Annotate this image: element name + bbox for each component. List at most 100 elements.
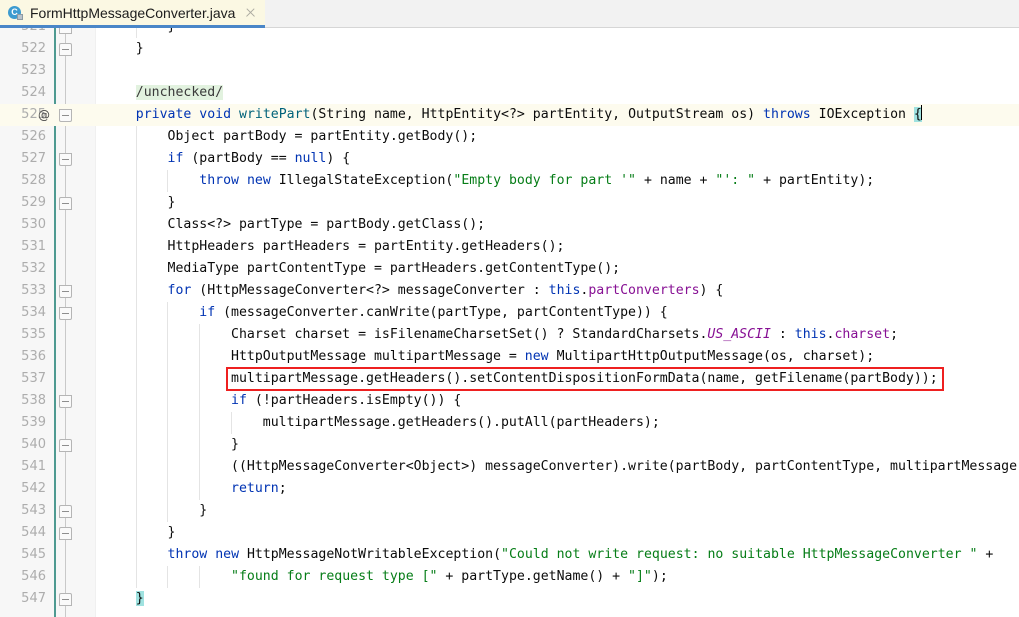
code-text[interactable]: if (messageConverter.canWrite(partType, … [104,302,667,324]
code-line[interactable]: 539 multipartMessage.getHeaders().putAll… [0,412,1019,434]
line-number: 546 [21,569,46,584]
code-text[interactable]: private void writePart(String name, Http… [104,104,922,126]
code-line[interactable]: 527 if (partBody == null) { [0,148,1019,170]
code-line[interactable]: 524 /unchecked/ [0,82,1019,104]
code-line[interactable]: 532 MediaType partContentType = partHead… [0,258,1019,280]
code-text[interactable]: throw new IllegalStateException("Empty b… [104,170,874,192]
code-fold-toggle-icon[interactable] [59,197,72,210]
close-icon[interactable] [244,6,257,19]
code-fold-toggle-icon[interactable] [59,153,72,166]
code-text[interactable]: MediaType partContentType = partHeaders.… [104,258,621,280]
code-text[interactable]: if (!partHeaders.isEmpty()) { [104,390,461,412]
line-number: 537 [21,371,46,386]
code-line[interactable]: 536 HttpOutputMessage multipartMessage =… [0,346,1019,368]
line-number: 543 [21,503,46,518]
java-class-icon: C [8,5,23,20]
line-number: 531 [21,239,46,254]
code-line[interactable]: 530 Class<?> partType = partBody.getClas… [0,214,1019,236]
code-line[interactable]: 541 ((HttpMessageConverter<Object>) mess… [0,456,1019,478]
code-fold-toggle-icon[interactable] [59,307,72,320]
code-text[interactable]: } [104,434,239,456]
code-fold-toggle-icon[interactable] [59,43,72,56]
code-line[interactable]: 540 } [0,434,1019,456]
editor-tab-formhttpmessageconverter[interactable]: C FormHttpMessageConverter.java [0,0,266,28]
code-line[interactable]: 542 return; [0,478,1019,500]
code-line[interactable]: 535 Charset charset = isFilenameCharsetS… [0,324,1019,346]
code-fold-toggle-icon[interactable] [59,527,72,540]
code-line[interactable]: 523 [0,60,1019,82]
code-text[interactable]: HttpHeaders partHeaders = partEntity.get… [104,236,565,258]
editor-tab-label: FormHttpMessageConverter.java [30,4,236,21]
editor-tab-bar: C FormHttpMessageConverter.java [0,0,1019,28]
code-fold-toggle-icon[interactable] [59,28,72,34]
line-number: 536 [21,349,46,364]
code-text[interactable]: multipartMessage.getHeaders().setContent… [104,368,938,390]
line-number: 534 [21,305,46,320]
annotation-gutter-icon[interactable]: @ [36,104,52,126]
code-fold-toggle-icon[interactable] [59,505,72,518]
line-number: 541 [21,459,46,474]
code-line[interactable]: 528 throw new IllegalStateException("Emp… [0,170,1019,192]
code-text[interactable]: Object partBody = partEntity.getBody(); [104,126,478,148]
code-line[interactable]: 534 if (messageConverter.canWrite(partTy… [0,302,1019,324]
code-line[interactable]: 543 } [0,500,1019,522]
code-text[interactable]: } [104,38,144,60]
line-number: 526 [21,129,46,144]
code-line[interactable]: 531 HttpHeaders partHeaders = partEntity… [0,236,1019,258]
code-text[interactable]: } [104,28,176,38]
line-number: 528 [21,173,46,188]
code-editor[interactable]: 521 }522 }523524 /unchecked/525@ private… [0,28,1019,617]
code-line[interactable]: 537 multipartMessage.getHeaders().setCon… [0,368,1019,390]
line-number: 529 [21,195,46,210]
line-number: 533 [21,283,46,298]
line-number: 522 [21,41,46,56]
line-number: 539 [21,415,46,430]
code-text[interactable]: Class<?> partType = partBody.getClass(); [104,214,486,236]
code-line[interactable]: 546 "found for request type [" + partTyp… [0,566,1019,588]
code-line[interactable]: 522 } [0,38,1019,60]
code-text[interactable]: "found for request type [" + partType.ge… [104,566,668,588]
code-text[interactable]: for (HttpMessageConverter<?> messageConv… [104,280,724,302]
code-text[interactable]: if (partBody == null) { [104,148,351,170]
code-text[interactable]: multipartMessage.getHeaders().putAll(par… [104,412,660,434]
code-line[interactable]: 529 } [0,192,1019,214]
code-fold-toggle-icon[interactable] [59,439,72,452]
code-text[interactable]: } [104,588,144,610]
code-fold-toggle-icon[interactable] [59,593,72,606]
line-number: 530 [21,217,46,232]
code-text[interactable]: return; [104,478,287,500]
line-number: 523 [21,63,46,78]
code-text[interactable]: throw new HttpMessageNotWritableExceptio… [104,544,994,566]
code-text[interactable]: } [104,192,176,214]
code-text[interactable]: /unchecked/ [104,82,224,104]
code-line[interactable]: 544 } [0,522,1019,544]
code-line[interactable]: 547 } [0,588,1019,610]
code-line[interactable]: 526 Object partBody = partEntity.getBody… [0,126,1019,148]
line-number: 538 [21,393,46,408]
line-number: 544 [21,525,46,540]
line-number: 532 [21,261,46,276]
code-line[interactable]: 538 if (!partHeaders.isEmpty()) { [0,390,1019,412]
ide-window: C FormHttpMessageConverter.java 521 }522… [0,0,1019,617]
code-fold-toggle-icon[interactable] [59,285,72,298]
code-text[interactable]: } [104,500,207,522]
line-number: 540 [21,437,46,452]
line-number: 527 [21,151,46,166]
line-number: 535 [21,327,46,342]
line-number: 524 [21,85,46,100]
code-text[interactable]: } [104,522,176,544]
code-fold-toggle-icon[interactable] [59,395,72,408]
code-line[interactable]: 525 @ private void writePart(String name,… [0,104,1019,126]
code-text[interactable]: ((HttpMessageConverter<Object>) messageC… [104,456,1019,478]
line-number: 521 [0,28,46,38]
text-caret [920,105,922,120]
code-fold-toggle-icon[interactable] [59,109,72,122]
java-class-icon-corner [17,14,23,20]
code-lines: 521 }522 }523524 /unchecked/525@ private… [0,28,1019,610]
code-text[interactable]: Charset charset = isFilenameCharsetSet()… [104,324,898,346]
code-line[interactable]: 545 throw new HttpMessageNotWritableExce… [0,544,1019,566]
code-line[interactable]: 521 } [0,28,1019,38]
code-text[interactable]: HttpOutputMessage multipartMessage = new… [104,346,874,368]
matching-brace-highlight: } [135,591,144,606]
code-line[interactable]: 533 for (HttpMessageConverter<?> message… [0,280,1019,302]
